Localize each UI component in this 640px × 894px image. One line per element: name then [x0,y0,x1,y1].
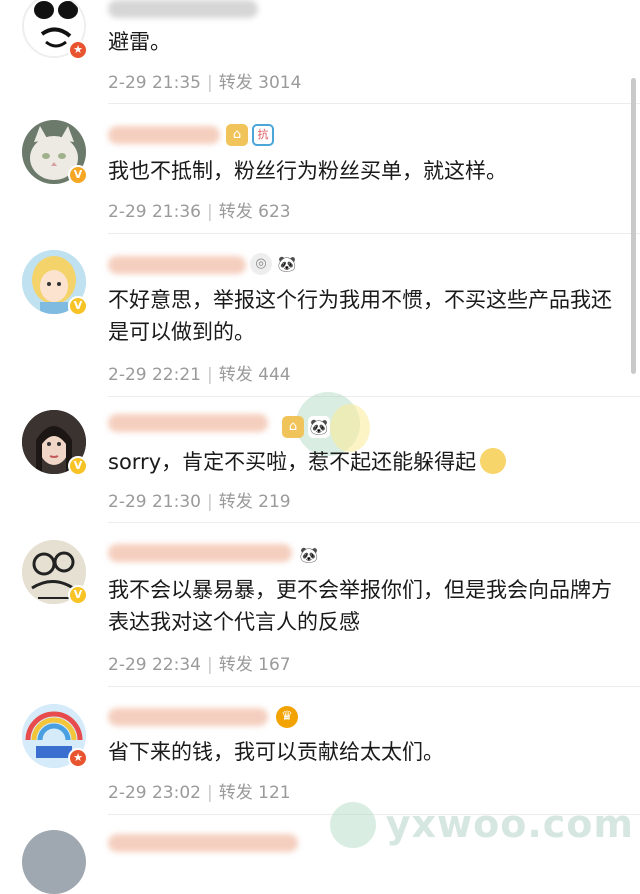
medal-icon: ◎ [250,253,272,275]
eye-roll-emoji-icon [480,448,507,474]
comment-meta: 2-29 22:34 | 转发 167 [108,655,291,675]
username-blurred[interactable] [108,708,268,726]
comment-text: 省下来的钱，我可以贡献给太太们。 [108,740,444,764]
comment-meta: 2-29 22:21 | 转发 444 [108,365,291,385]
username-blurred[interactable] [108,256,246,274]
verified-star-badge: ★ [68,40,88,60]
watermark-logo [330,404,370,452]
divider [108,522,640,523]
repost-count: 167 [258,655,291,675]
comment-text: 我也不抵制，粉丝行为粉丝买单，就这样。 [108,159,507,183]
repost-label[interactable]: 转发 [219,783,253,803]
comment-meta: 2-29 21:30 | 转发 219 [108,492,291,512]
username-blurred[interactable] [108,834,298,852]
comment-meta: 2-29 21:36 | 转发 623 [108,202,291,222]
comment-date: 2-29 21:30 [108,492,201,512]
avatar[interactable] [22,830,86,894]
username-blurred[interactable] [108,414,268,432]
user-badges: ♛ [276,706,298,728]
repost-count: 444 [258,365,291,385]
repost-label[interactable]: 转发 [219,655,253,675]
crown-icon: ♛ [276,706,298,728]
username-blurred[interactable] [108,126,220,144]
comment-text: 我不会以暴易暴，更不会举报你们，但是我会向品牌方表达我对这个代言人的反感 [108,578,612,634]
comment-text: 避雷。 [108,30,171,54]
repost-label[interactable]: 转发 [219,492,253,512]
comment-text-content: sorry，肯定不买啦，惹不起还能躲得起 [108,450,477,474]
comment-date: 2-29 21:36 [108,202,201,222]
comment-meta: 2-29 23:02 | 转发 121 [108,783,291,803]
user-badges: ◎ 🐼 [250,253,298,275]
panda-icon: 🐼 [298,544,320,566]
comment-text: sorry，肯定不买啦，惹不起还能躲得起 [108,446,613,478]
user-badges: ⌂ 🐼 [282,416,330,438]
verified-v-badge: V [68,585,88,605]
user-badges: ⌂ 抗 [226,124,274,146]
repost-count: 121 [258,783,291,803]
comment-date: 2-29 23:02 [108,783,201,803]
comment-date: 2-29 21:35 [108,73,201,93]
comment-text: 不好意思，举报这个行为我用不惯，不买这些产品我还是可以做到的。 [108,288,612,344]
divider [108,686,640,687]
comment-date: 2-29 22:21 [108,365,201,385]
verified-v-badge: V [68,165,88,185]
repost-count: 219 [258,492,291,512]
divider [108,103,640,104]
scrollbar[interactable] [631,78,636,374]
username-blurred[interactable] [108,544,292,562]
comment-date: 2-29 22:34 [108,655,201,675]
panda-icon: 🐼 [276,253,298,275]
repost-label[interactable]: 转发 [219,365,253,385]
divider [108,233,640,234]
watermark-text: yxwoo.com [385,802,634,846]
user-badges: 🐼 [298,544,320,566]
house-icon: ⌂ [226,124,248,146]
verified-star-badge: ★ [68,748,88,768]
repost-label[interactable]: 转发 [219,73,253,93]
shield-icon: 抗 [252,124,274,146]
verified-v-badge: V [68,296,88,316]
watermark-logo [330,802,376,848]
repost-count: 3014 [258,73,302,93]
panda-icon: 🐼 [308,416,330,438]
username-blurred[interactable] [108,0,258,18]
divider [108,396,640,397]
comment-meta: 2-29 21:35 | 转发 3014 [108,73,302,93]
house-icon: ⌂ [282,416,304,438]
repost-count: 623 [258,202,291,222]
verified-v-badge: V [68,456,88,476]
repost-label[interactable]: 转发 [219,202,253,222]
